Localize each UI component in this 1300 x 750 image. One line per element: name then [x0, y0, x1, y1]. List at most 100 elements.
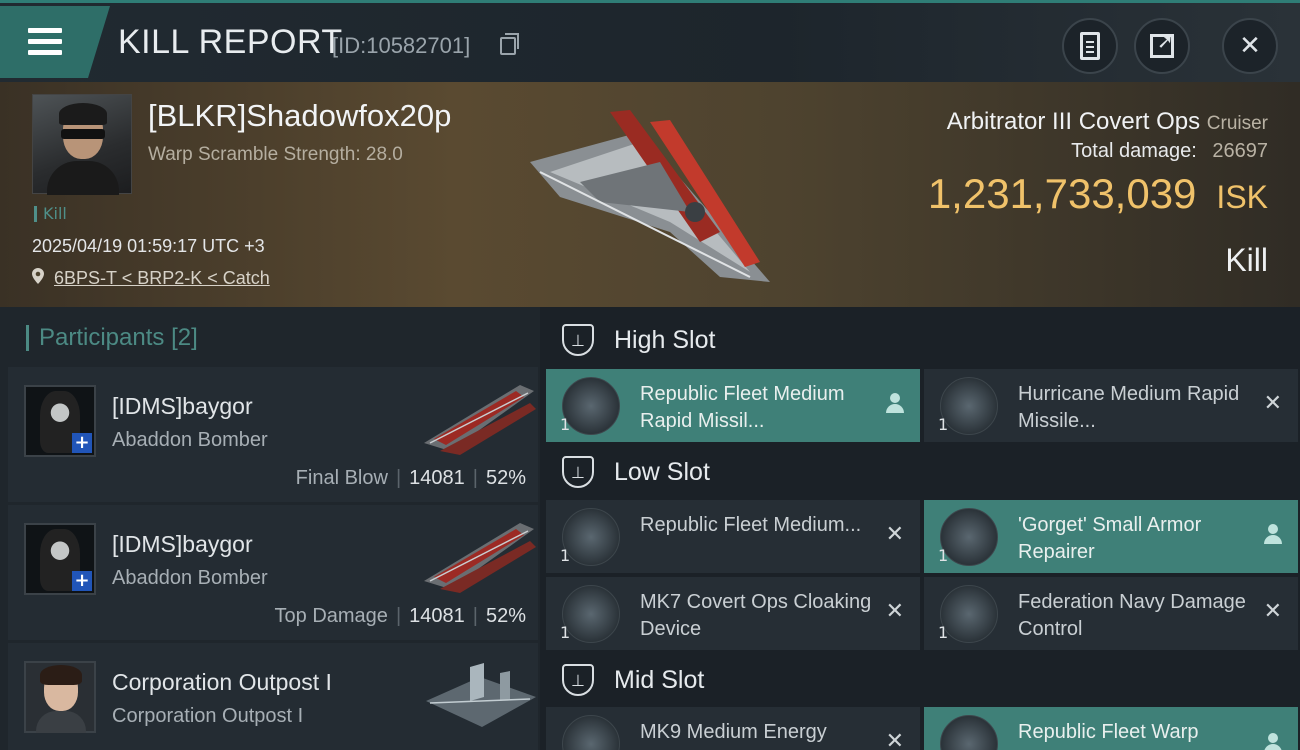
participant-ship: Abaddon Bomber — [112, 567, 268, 589]
share-icon — [1150, 29, 1174, 58]
report-id: [ID:10582701] — [332, 33, 471, 58]
ship-class: Cruiser — [1206, 113, 1268, 134]
participant-row[interactable]: + [IDMS]baygor Abaddon Bomber Final Blow… — [8, 367, 538, 502]
participant-name: [IDMS]baygor — [112, 393, 253, 419]
victim-summary: [BLKR]Shadowfox20p Warp Scramble Strengt… — [0, 82, 1300, 307]
module-item[interactable]: 1 Republic Fleet Medium Rapid Missil... — [546, 369, 920, 442]
clipboard-button[interactable] — [1062, 18, 1118, 74]
module-icon — [562, 715, 620, 750]
menu-button[interactable] — [0, 6, 110, 78]
shield-icon: ⊥ — [562, 664, 594, 696]
isk-amount: 1,231,733,039 — [927, 170, 1197, 217]
participants-header[interactable]: Participants [2] — [26, 325, 198, 351]
total-damage-value: 26697 — [1212, 140, 1268, 162]
victim-ship-name[interactable]: Arbitrator III Covert Ops Cruiser — [947, 108, 1268, 136]
close-icon: ✕ — [885, 522, 904, 547]
module-item[interactable]: 1 MK7 Covert Ops Cloaking Device ✕ — [546, 577, 920, 650]
participant-ship: Abaddon Bomber — [112, 429, 268, 451]
module-qty: 1 — [938, 623, 949, 642]
isk-value: 1,231,733,039 ISK — [928, 170, 1268, 218]
copy-icon[interactable] — [500, 33, 519, 55]
module-qty: 1 — [938, 415, 949, 434]
top-bar: KILL REPORT [ID:10582701] ✕ — [0, 0, 1300, 82]
participant-name: [IDMS]baygor — [112, 531, 253, 557]
slot-label: Low Slot — [614, 457, 710, 486]
total-damage: Total damage: 26697 — [1071, 140, 1268, 163]
module-qty: 1 — [560, 623, 571, 642]
module-item[interactable]: 1 Republic Fleet Medium... ✕ — [546, 500, 920, 573]
missile-launcher-icon — [562, 377, 620, 435]
plus-icon: + — [72, 433, 92, 453]
participant-row[interactable]: + [IDMS]baygor Abaddon Bomber Top Damage… — [8, 505, 538, 640]
share-button[interactable] — [1134, 18, 1190, 74]
slot-label: High Slot — [614, 325, 716, 354]
victim-avatar[interactable] — [32, 94, 132, 195]
victim-name[interactable]: [BLKR]Shadowfox20p — [148, 98, 451, 134]
missile-launcher-icon — [940, 377, 998, 435]
participant-percent: 52% — [485, 467, 526, 489]
module-name: MK7 Covert Ops Cloaking Device — [640, 591, 872, 640]
participant-role: Final Blow — [295, 467, 388, 489]
module-name: Hurricane Medium Rapid Missile... — [1018, 383, 1240, 432]
participants-count: [2] — [171, 324, 198, 351]
participant-stats: Top Damage | 14081 | 52% — [274, 605, 526, 627]
module-qty: 1 — [560, 546, 571, 565]
module-icon — [562, 508, 620, 566]
mid-slot-header: ⊥ Mid Slot — [540, 649, 1300, 711]
location-link[interactable]: 6BPS-T < BRP2-K < Catch — [54, 268, 270, 289]
module-name: Republic Fleet Medium... — [640, 514, 862, 536]
close-icon: ✕ — [885, 729, 904, 750]
module-item[interactable]: 1 Federation Navy Damage Control ✕ — [924, 577, 1298, 650]
shield-icon: ⊥ — [562, 324, 594, 356]
victim-ship-image — [530, 110, 770, 282]
page-title: KILL REPORT — [118, 23, 343, 61]
ship-name-text: Arbitrator III Covert Ops — [946, 108, 1201, 135]
close-button[interactable]: ✕ — [1222, 18, 1278, 74]
module-item[interactable]: 1 Hurricane Medium Rapid Missile... ✕ — [924, 369, 1298, 442]
module-qty: 1 — [560, 415, 571, 434]
participant-percent: 52% — [485, 605, 526, 627]
participant-row[interactable]: Corporation Outpost I Corporation Outpos… — [8, 643, 538, 750]
module-item[interactable]: MK9 Medium Energy ✕ — [546, 707, 920, 750]
participant-ship-image — [424, 523, 536, 593]
close-icon: ✕ — [1263, 599, 1282, 624]
participants-panel: Participants [2] + [IDMS]baygor Abaddon … — [0, 307, 540, 750]
close-icon: ✕ — [885, 599, 904, 624]
warp-scramble-strength: Warp Scramble Strength: 28.0 — [148, 144, 403, 165]
participants-label: Participants — [39, 324, 165, 351]
participant-damage: 14081 — [409, 467, 465, 489]
participant-damage: 14081 — [409, 605, 465, 627]
module-name: Republic Fleet Warp — [1018, 721, 1199, 743]
plus-icon: + — [72, 571, 92, 591]
hamburger-icon — [28, 28, 62, 33]
module-name: Federation Navy Damage Control — [1018, 591, 1246, 640]
close-icon: ✕ — [1263, 391, 1282, 416]
clipboard-icon — [1080, 32, 1100, 60]
total-damage-label: Total damage: — [1071, 140, 1197, 162]
isk-unit: ISK — [1216, 179, 1268, 215]
fitting-panel: ⊥ High Slot 1 Republic Fleet Medium Rapi… — [540, 307, 1300, 750]
module-name: Republic Fleet Medium Rapid Missil... — [640, 383, 845, 432]
kill-datetime: 2025/04/19 01:59:17 UTC +3 — [32, 236, 265, 256]
slot-label: Mid Slot — [614, 665, 705, 694]
armor-repairer-icon — [940, 508, 998, 566]
participant-name: Corporation Outpost I — [112, 669, 332, 695]
participant-stats: Final Blow | 14081 | 52% — [295, 467, 526, 489]
person-icon — [886, 393, 904, 413]
person-icon — [1264, 524, 1282, 544]
result-label: Kill — [1225, 242, 1268, 278]
cloaking-device-icon — [562, 585, 620, 643]
module-item[interactable]: 1 'Gorget' Small Armor Repairer — [924, 500, 1298, 573]
high-slot-header: ⊥ High Slot — [540, 309, 1300, 371]
module-item[interactable]: Republic Fleet Warp — [924, 707, 1298, 750]
hamburger-icon-bar — [28, 50, 62, 55]
participant-avatar: + — [24, 523, 96, 595]
low-slot-header: ⊥ Low Slot — [540, 441, 1300, 503]
module-qty: 1 — [938, 546, 949, 565]
damage-control-icon — [940, 585, 998, 643]
person-icon — [1264, 733, 1282, 750]
participant-role: Top Damage — [274, 605, 388, 627]
module-name: MK9 Medium Energy — [640, 721, 827, 743]
close-icon: ✕ — [1239, 31, 1261, 61]
kill-tag: Kill — [34, 206, 67, 222]
